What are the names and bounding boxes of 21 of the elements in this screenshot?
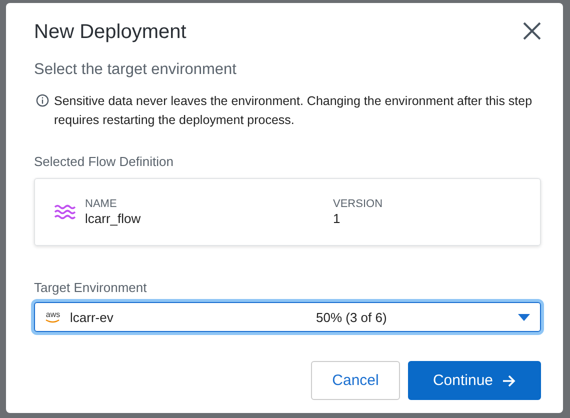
usage-text: 50% (3 of 6) bbox=[316, 310, 388, 324]
notice-text: Sensitive data never leaves the environment. Changing the environment after this step requires restarting the deployment process. bbox=[54, 93, 534, 129]
flow-version: 1 bbox=[333, 211, 342, 226]
arrow-icon bbox=[502, 374, 516, 386]
field-label: Target Environment bbox=[34, 280, 148, 295]
cancel-button[interactable]: Cancel bbox=[311, 361, 400, 400]
subtitle: Select the target environment bbox=[34, 61, 238, 79]
name-label: NAME bbox=[85, 198, 118, 210]
close-icon bbox=[523, 22, 541, 40]
flow-name: lcarr_flow bbox=[85, 211, 142, 226]
dialog-title: New Deployment bbox=[34, 21, 186, 44]
continue-button[interactable]: Continue bbox=[408, 361, 541, 400]
aws-logo: aws bbox=[45, 311, 61, 323]
info-icon bbox=[36, 94, 49, 107]
environment-name: lcarr-ev bbox=[70, 310, 114, 324]
caret-icon bbox=[518, 314, 530, 320]
environment-select[interactable]: aws lcarr-ev 50% (3 of 6) bbox=[34, 302, 541, 332]
section-label: Selected Flow Definition bbox=[34, 154, 174, 169]
version-label: VERSION bbox=[333, 198, 383, 210]
waves-icon bbox=[54, 204, 76, 220]
close-button[interactable] bbox=[521, 20, 543, 42]
